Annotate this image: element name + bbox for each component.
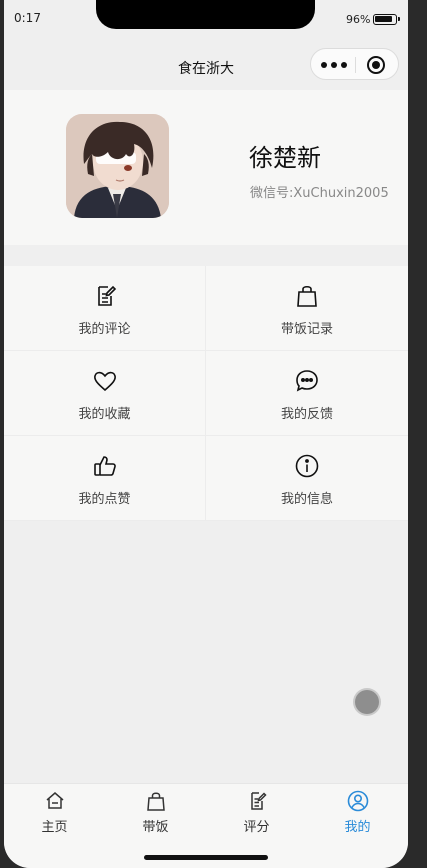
tab-home[interactable]: 主页: [4, 790, 105, 840]
heart-icon: [4, 368, 205, 394]
phone-screen: 0:17 96% 食在浙大 徐楚新 微信号:XuChuxin2005 我的评论 …: [4, 0, 408, 868]
bag-icon: [146, 792, 165, 811]
home-icon: [46, 792, 63, 809]
menu-item-meal-records[interactable]: 带饭记录: [206, 266, 408, 351]
status-time: 0:17: [14, 11, 41, 25]
user-icon: [347, 790, 368, 812]
avatar[interactable]: [66, 114, 169, 218]
capsule-divider: [355, 57, 356, 73]
wechat-id: 微信号:XuChuxin2005: [250, 186, 389, 201]
menu-item-my-info[interactable]: 我的信息: [206, 436, 408, 521]
menu-grid: 我的评论 带饭记录 我的收藏 我的反馈 我的点赞 我的信息: [4, 266, 408, 521]
menu-item-label: 带饭记录: [280, 322, 333, 337]
tab-label: 我的: [344, 820, 371, 835]
home-indicator: [144, 855, 268, 860]
menu-item-my-reviews[interactable]: 我的评论: [4, 266, 206, 351]
tab-rating[interactable]: 评分: [206, 790, 307, 840]
tab-label: 带饭: [142, 820, 169, 835]
avatar-illustration: [66, 114, 169, 218]
battery-icon: [373, 14, 400, 25]
profile-card: 徐楚新 微信号:XuChuxin2005: [4, 90, 408, 245]
menu-item-label: 我的收藏: [78, 407, 131, 422]
chat-icon: [206, 368, 408, 394]
menu-item-label: 我的信息: [280, 492, 333, 507]
tab-mine[interactable]: 我的: [307, 790, 408, 840]
user-name: 徐楚新: [249, 144, 321, 172]
tab-bar: 主页 带饭 评分 我的: [4, 783, 408, 868]
info-icon: [206, 453, 408, 479]
more-icon[interactable]: [321, 62, 347, 68]
tab-label: 主页: [41, 820, 68, 835]
tab-label: 评分: [243, 820, 270, 835]
menu-item-my-likes[interactable]: 我的点赞: [4, 436, 206, 521]
floating-assistive-button[interactable]: [355, 690, 379, 714]
edit-note-icon: [4, 283, 205, 309]
battery-percentage: 96%: [346, 13, 371, 26]
status-bar: 0:17 96%: [4, 0, 408, 40]
device-frame: [408, 0, 427, 868]
menu-item-label: 我的点赞: [78, 492, 131, 507]
bag-icon: [206, 283, 408, 309]
navigation-bar: 食在浙大: [4, 40, 408, 90]
menu-item-my-feedback[interactable]: 我的反馈: [206, 351, 408, 436]
edit-note-icon: [250, 792, 267, 810]
close-mini-program-icon[interactable]: [367, 56, 385, 74]
notch: [96, 0, 315, 29]
mini-program-capsule: [310, 48, 399, 80]
thumbs-up-icon: [4, 453, 205, 479]
menu-item-label: 我的反馈: [280, 407, 333, 422]
tab-meal-delivery[interactable]: 带饭: [105, 790, 206, 840]
menu-item-my-favorites[interactable]: 我的收藏: [4, 351, 206, 436]
menu-item-label: 我的评论: [78, 322, 131, 337]
